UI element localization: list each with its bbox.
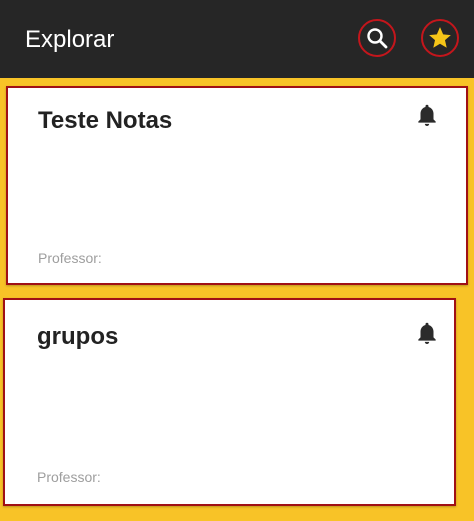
bell-icon[interactable] bbox=[414, 102, 440, 128]
search-icon bbox=[367, 28, 388, 49]
star-icon bbox=[429, 27, 451, 48]
bell-icon[interactable] bbox=[414, 320, 440, 346]
search-button[interactable] bbox=[358, 19, 396, 57]
card-title: Teste Notas bbox=[38, 107, 173, 134]
card-title: grupos bbox=[37, 323, 119, 350]
favorites-button[interactable] bbox=[421, 19, 459, 57]
page-title: Explorar bbox=[25, 26, 115, 53]
class-card[interactable]: Teste Notas Professor: bbox=[6, 86, 468, 285]
professor-label: Professor: bbox=[37, 469, 101, 485]
professor-label: Professor: bbox=[38, 250, 102, 266]
app-bar: Explorar bbox=[0, 0, 474, 78]
class-card[interactable]: grupos Professor: bbox=[3, 298, 456, 506]
